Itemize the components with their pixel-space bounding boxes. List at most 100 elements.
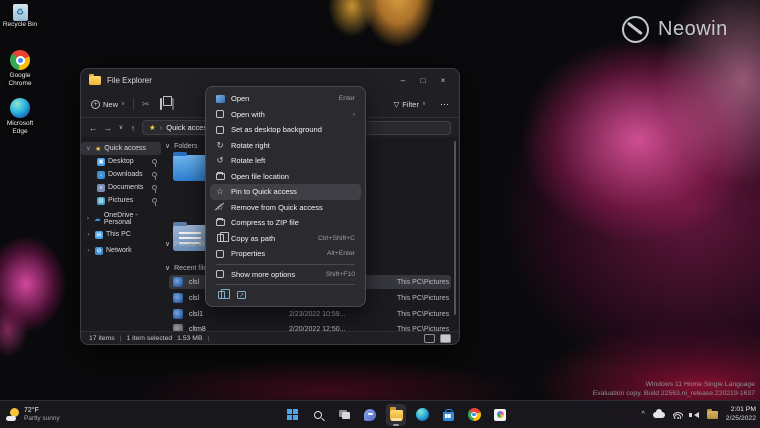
pin-icon [152,172,157,177]
minimize-button[interactable]: – [393,72,413,88]
menu-item-pin-to-quick-access[interactable]: ☆ Pin to Quick access [210,184,361,200]
status-bar: 17 items | 1 item selected 1.53 MB | [81,331,459,344]
new-button[interactable]: + New ∨ [91,100,125,109]
menu-item-rotate-right[interactable]: ↻ Rotate right [210,138,361,154]
copy-path-icon [215,234,225,242]
sidebar-item-onedrive[interactable]: › ☁ OneDrive - Personal [81,212,161,225]
pin-icon [152,159,157,164]
chrome-icon [468,408,481,421]
section-pinned-files-header[interactable]: ∨ Pinned files [165,240,210,248]
image-thumbnail-icon [173,293,183,303]
task-view-icon [339,410,350,419]
task-view-button[interactable] [334,404,354,426]
menu-item-open[interactable]: Open Enter [210,91,361,107]
photos-icon [494,409,506,421]
rotate-right-icon: ↻ [215,140,225,151]
menu-item-properties[interactable]: Properties Alt+Enter [210,246,361,262]
navigation-pane: ∨ ★ Quick access ▣ Desktop ↓ Downloads ≡… [81,137,161,331]
context-menu: Open Enter Open with › Set as desktop ba… [205,86,366,307]
funnel-icon: ▽ [394,100,400,109]
chevron-right-icon[interactable]: › [85,216,91,222]
taskbar-apps [282,404,510,426]
start-button[interactable] [282,404,302,426]
chat-button[interactable] [360,404,380,426]
zip-icon [215,219,225,226]
store-button[interactable] [438,404,458,426]
weather-widget[interactable]: 72°F Partly sunny [6,407,60,423]
recycle-bin-icon: ♻ [13,4,28,21]
downloads-icon: ↓ [97,171,105,179]
cut-button[interactable]: ✂ [142,99,150,110]
desktop-icon-microsoft-edge[interactable]: Microsoft Edge [2,98,38,135]
folder-tile[interactable] [173,155,207,181]
sidebar-item-documents[interactable]: ≡ Documents [81,181,161,194]
menu-item-open-file-location[interactable]: Open file location [210,169,361,185]
forward-button[interactable]: → [104,123,113,133]
back-button[interactable]: ← [89,123,98,133]
copy-button[interactable] [160,99,162,109]
chevron-right-icon[interactable]: › [85,248,92,254]
details-view-button[interactable] [424,334,435,343]
chevron-down-icon[interactable]: ∨ [85,145,92,152]
neowin-logo-text: Neowin [658,18,728,41]
menu-item-copy-as-path[interactable]: Copy as path Ctrl+Shift+C [210,231,361,247]
chevron-down-icon: ∨ [422,101,426,107]
sidebar-item-network[interactable]: › ◍ Network [81,244,161,257]
vertical-scrollbar[interactable] [454,141,456,315]
sidebar-item-quick-access[interactable]: ∨ ★ Quick access [81,142,161,155]
see-more-button[interactable]: ⋯ [440,99,449,110]
item-count: 17 items [89,335,115,342]
chevron-right-icon[interactable]: › [85,232,92,238]
up-button[interactable]: ↑ [130,123,136,133]
copy-icon[interactable] [218,291,225,299]
volume-icon[interactable] [691,412,699,418]
file-row[interactable]: clsl1 2/23/2022 10:59... This PC\Picture… [169,307,451,321]
image-thumbnail-icon [173,309,183,319]
filter-button[interactable]: ▽ Filter ∨ [394,100,426,109]
clock[interactable]: 2:01 PM 2/25/2022 [726,406,756,423]
edge-button[interactable] [412,404,432,426]
file-explorer-button[interactable] [386,404,406,426]
tray-chevron-icon[interactable]: ^ [641,411,644,418]
open-with-icon [215,110,225,118]
sidebar-item-pictures[interactable]: ▨ Pictures [81,194,161,207]
weather-temp: 72°F [24,407,60,415]
section-folders-header[interactable]: ∨ Folders [165,142,197,150]
menu-item-compress-to-zip[interactable]: Compress to ZIP file [210,215,361,231]
window-title: File Explorer [107,76,152,85]
maximize-button[interactable]: □ [413,72,433,88]
chevron-down-icon: ∨ [165,264,170,272]
paste-button[interactable] [172,99,174,109]
chrome-icon [10,50,30,70]
close-button[interactable]: × [433,72,453,88]
sidebar-item-desktop[interactable]: ▣ Desktop [81,155,161,168]
large-icons-view-button[interactable] [440,334,451,343]
taskbar: 72°F Partly sunny ^ 2:01 PM 2/25/2022 [0,400,760,428]
folder-icon [89,76,101,85]
share-icon[interactable]: ↗ [237,291,246,299]
sidebar-item-downloads[interactable]: ↓ Downloads [81,168,161,181]
menu-item-open-with[interactable]: Open with › [210,107,361,123]
section-recent-files-header[interactable]: ∨ Recent files [165,264,211,272]
selection-size: 1.53 MB [177,335,202,342]
this-pc-icon: ▤ [95,231,103,239]
menu-item-set-as-desktop-background[interactable]: Set as desktop background [210,122,361,138]
recent-locations-button[interactable]: ∨ [118,124,124,131]
desktop-icon-recycle-bin[interactable]: ♻ Recycle Bin [2,4,38,29]
onedrive-tray-icon[interactable] [653,412,665,418]
menu-item-rotate-left[interactable]: ↺ Rotate left [210,153,361,169]
paste-icon [172,98,174,110]
search-button[interactable] [308,404,328,426]
folder-tray-icon[interactable] [707,411,718,419]
photos-button[interactable] [490,404,510,426]
menu-item-show-more-options[interactable]: Show more options Shift+F10 [210,267,361,283]
sidebar-item-this-pc[interactable]: › ▤ This PC [81,228,161,241]
chrome-button[interactable] [464,404,484,426]
menu-separator [216,284,355,285]
neowin-logo-icon [622,16,649,43]
menu-item-remove-from-quick-access[interactable]: ☆ Remove from Quick access [210,200,361,216]
desktop-icon-google-chrome[interactable]: Google Chrome [2,50,38,87]
wallpaper-icon [215,126,225,134]
wifi-icon[interactable] [673,411,683,419]
onedrive-cloud-icon: ☁ [94,215,101,223]
